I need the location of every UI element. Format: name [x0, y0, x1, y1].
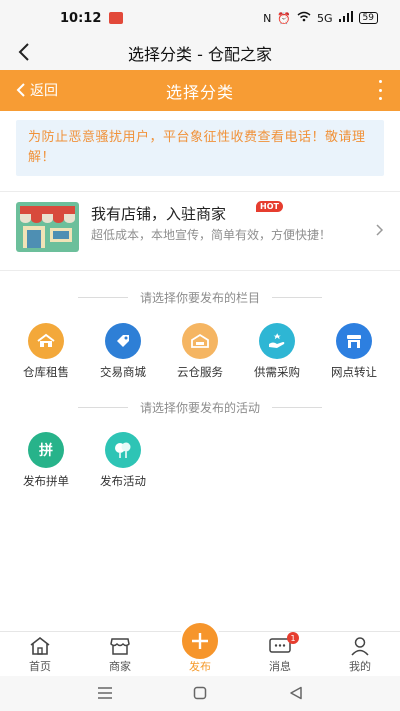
activity-icon: [105, 432, 141, 468]
app-titlebar: 选择分类 - 仓配之家: [0, 36, 400, 70]
publish-button[interactable]: [179, 620, 221, 662]
tab-profile[interactable]: 我的: [320, 632, 400, 677]
column-label: 交易商城: [100, 365, 146, 379]
shop-icon: [16, 202, 79, 252]
heading-line: [77, 297, 128, 298]
home-nav-icon[interactable]: [193, 686, 207, 700]
activity-item-group-buy[interactable]: 拼 发布拼单: [11, 432, 81, 489]
chevron-left-icon: [16, 83, 25, 97]
notice-banner: 为防止恶意骚扰用户，平台象征性收费查看电话！敬请理解！: [16, 120, 384, 176]
column-label: 网点转让: [331, 365, 377, 379]
nav-back-label: 返回: [30, 83, 58, 99]
user-icon: [348, 635, 372, 657]
alarm-icon: ⏰: [277, 11, 292, 25]
warehouse-icon: [28, 323, 64, 359]
merchant-join-banner[interactable]: 我有店铺，入驻商家 HOT 超低成本，本地宣传，简单有效，方便快捷！: [0, 192, 400, 270]
tag-icon: [105, 323, 141, 359]
activities-heading-text: 请选择你要发布的活动: [139, 401, 260, 415]
divider: [0, 270, 400, 271]
heading-line: [272, 407, 322, 408]
chevron-right-icon: [376, 224, 384, 236]
store-icon: [336, 323, 372, 359]
signal-icon: [338, 11, 353, 25]
app-title: 选择分类 - 仓配之家: [128, 45, 272, 64]
heading-line: [272, 297, 322, 298]
activity-label: 发布活动: [100, 474, 146, 488]
activities-section-heading: 请选择你要发布的活动: [0, 399, 400, 416]
tab-home[interactable]: 首页: [0, 632, 80, 677]
column-item-supply-demand[interactable]: 供需采购: [242, 323, 312, 380]
hand-icon: [259, 323, 295, 359]
status-bar: 10:12 N ⏰ 5G 59: [0, 0, 400, 36]
more-menu-icon[interactable]: [376, 80, 384, 100]
hot-badge: HOT: [256, 201, 283, 212]
column-label: 云仓服务: [177, 365, 223, 379]
message-badge: 1: [287, 632, 299, 644]
battery-icon: 59: [358, 12, 378, 24]
column-item-mall[interactable]: 交易商城: [88, 323, 158, 380]
activity-item-event[interactable]: 发布活动: [88, 432, 158, 489]
column-item-warehouse[interactable]: 仓库租售: [11, 323, 81, 380]
tab-label: 我的: [349, 660, 371, 673]
back-arrow-icon[interactable]: [12, 40, 36, 64]
tab-merchant[interactable]: 商家: [80, 632, 160, 677]
page-navbar: 返回 选择分类: [0, 70, 400, 111]
activity-label: 发布拼单: [23, 474, 69, 488]
tab-label: 首页: [29, 660, 51, 673]
tab-messages[interactable]: 消息: [240, 632, 320, 677]
tab-label: 商家: [109, 660, 131, 673]
merchant-description: 超低成本，本地宣传，简单有效，方便快捷！: [91, 228, 332, 242]
status-icons: N ⏰ 5G 59: [263, 11, 378, 25]
status-time: 10:12: [60, 10, 102, 26]
pin-icon: 拼: [28, 432, 64, 468]
wifi-icon: [297, 11, 311, 25]
merchant-title: 我有店铺，入驻商家: [91, 205, 227, 223]
heading-line: [77, 407, 128, 408]
column-item-outlet-transfer[interactable]: 网点转让: [319, 323, 389, 380]
system-navigation-bar: [0, 676, 400, 711]
tab-label: 消息: [269, 660, 291, 673]
merchant-icon: [108, 635, 132, 657]
columns-heading-text: 请选择你要发布的栏目: [139, 291, 260, 305]
nav-back-button[interactable]: 返回: [16, 80, 58, 100]
page-title: 选择分类: [165, 82, 234, 102]
nfc-icon: N: [263, 11, 272, 25]
cloud-warehouse-icon: [182, 323, 218, 359]
network-label: 5G: [317, 11, 333, 25]
menu-icon[interactable]: [97, 687, 113, 699]
columns-section-heading: 请选择你要发布的栏目: [0, 289, 400, 306]
notification-app-icon: [109, 12, 124, 24]
column-label: 仓库租售: [23, 365, 69, 379]
plus-icon: [192, 633, 208, 649]
back-nav-icon[interactable]: [289, 686, 303, 700]
column-label: 供需采购: [254, 365, 300, 379]
home-icon: [28, 635, 52, 657]
column-item-cloud-warehouse[interactable]: 云仓服务: [165, 323, 235, 380]
